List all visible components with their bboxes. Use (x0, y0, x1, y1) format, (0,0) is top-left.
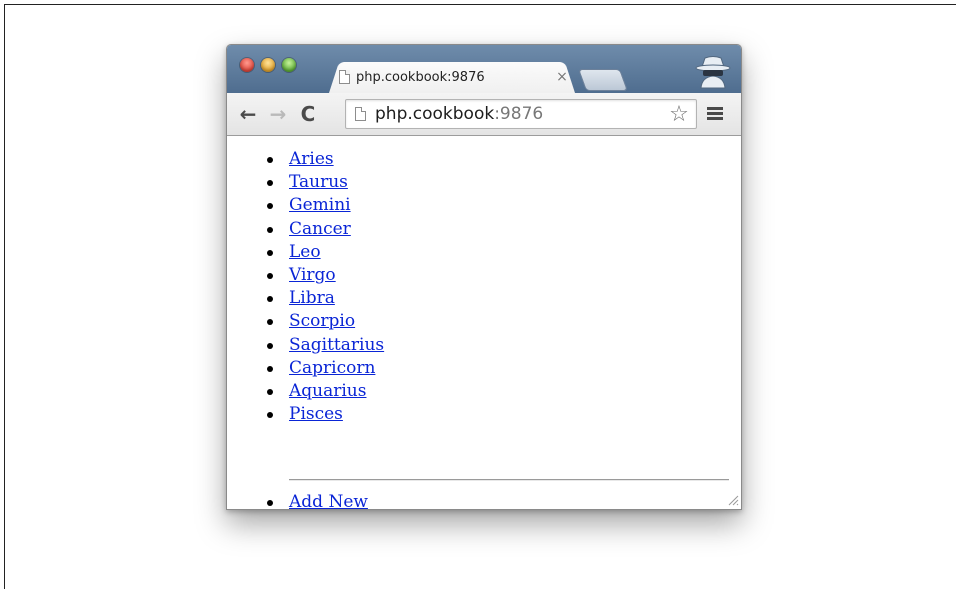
incognito-icon (695, 56, 731, 89)
back-arrow-icon[interactable]: ← (237, 102, 259, 126)
sign-link-cancer[interactable]: Cancer (289, 219, 351, 239)
minimize-window-button[interactable] (261, 58, 275, 72)
sign-link-gemini[interactable]: Gemini (289, 195, 351, 215)
sign-link-taurus[interactable]: Taurus (289, 172, 348, 192)
tab-close-icon[interactable]: × (553, 69, 571, 85)
list-item: Libra (227, 287, 384, 310)
list-item: Aries (227, 148, 384, 171)
resize-grip-icon[interactable] (727, 494, 739, 506)
url-text[interactable]: php.cookbook:9876 (375, 104, 666, 124)
list-item: Add New (227, 491, 368, 509)
document-icon (339, 70, 350, 84)
menu-icon[interactable] (707, 107, 723, 121)
list-item: Scorpio (227, 310, 384, 333)
zodiac-list: Aries Taurus Gemini Cancer Leo Virgo Lib… (227, 148, 384, 426)
page-content: Aries Taurus Gemini Cancer Leo Virgo Lib… (227, 136, 741, 509)
list-item: Pisces (227, 403, 384, 426)
forward-arrow-icon[interactable]: → (267, 102, 289, 126)
horizontal-divider (289, 479, 729, 481)
list-item: Sagittarius (227, 334, 384, 357)
action-list: Add New (227, 491, 368, 509)
page-icon (355, 107, 366, 121)
sign-link-virgo[interactable]: Virgo (289, 265, 336, 285)
close-window-button[interactable] (240, 58, 254, 72)
zoom-window-button[interactable] (282, 58, 296, 72)
list-item: Leo (227, 241, 384, 264)
list-item: Aquarius (227, 380, 384, 403)
sign-link-aries[interactable]: Aries (289, 149, 334, 169)
bookmark-star-icon[interactable]: ☆ (666, 102, 692, 127)
active-tab-content[interactable]: php.cookbook:9876 × (339, 64, 575, 90)
url-port: :9876 (494, 104, 544, 124)
url-host: php.cookbook (375, 104, 495, 124)
tab-title: php.cookbook:9876 (356, 69, 485, 85)
sign-link-sagittarius[interactable]: Sagittarius (289, 335, 384, 355)
sign-link-libra[interactable]: Libra (289, 288, 335, 308)
sign-link-capricorn[interactable]: Capricorn (289, 358, 375, 378)
title-bar: php.cookbook:9876 × (227, 45, 741, 93)
list-item: Taurus (227, 171, 384, 194)
list-item: Capricorn (227, 357, 384, 380)
add-new-link[interactable]: Add New (289, 492, 368, 509)
sign-link-leo[interactable]: Leo (289, 242, 321, 262)
list-item: Gemini (227, 194, 384, 217)
list-item: Cancer (227, 218, 384, 241)
sign-link-aquarius[interactable]: Aquarius (289, 381, 366, 401)
sign-link-scorpio[interactable]: Scorpio (289, 311, 355, 331)
list-item: Virgo (227, 264, 384, 287)
toolbar: ← → C php.cookbook:9876 ☆ (227, 93, 741, 136)
new-tab-button[interactable] (577, 69, 629, 91)
browser-window: php.cookbook:9876 × ← → C php.cookbook:9… (226, 44, 742, 510)
address-bar[interactable]: php.cookbook:9876 ☆ (345, 99, 697, 129)
reload-icon[interactable]: C (297, 102, 319, 126)
sign-link-pisces[interactable]: Pisces (289, 404, 343, 424)
